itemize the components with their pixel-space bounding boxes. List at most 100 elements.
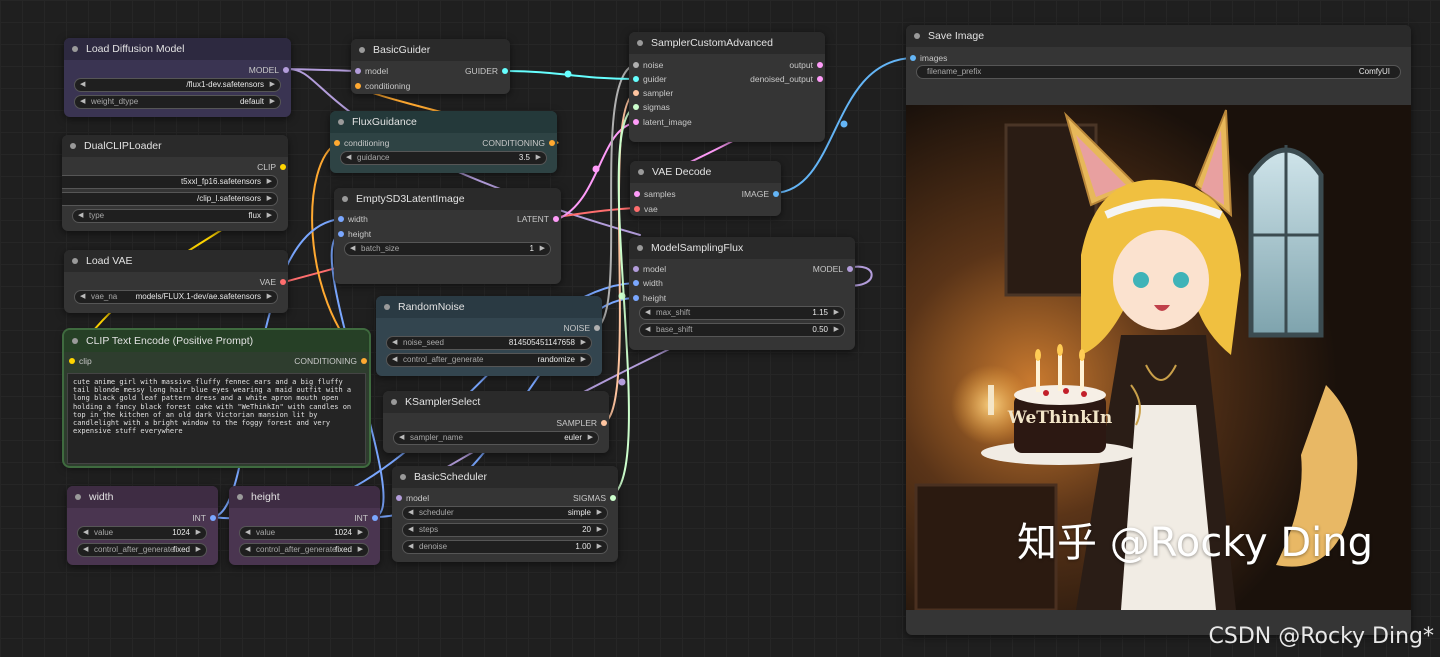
arrow-right-icon[interactable]: ▶ bbox=[834, 307, 839, 319]
collapse-dot-icon[interactable] bbox=[75, 494, 81, 500]
noise-output-slot[interactable]: NOISE bbox=[564, 323, 602, 333]
socket-dot-icon[interactable] bbox=[601, 420, 607, 426]
node-title[interactable]: height bbox=[229, 486, 380, 508]
clip-input-slot[interactable]: clip bbox=[67, 356, 92, 366]
save-image-node[interactable]: Save Image images filename_prefix ComfyUI bbox=[906, 25, 1411, 635]
load-diffusion-model-node[interactable]: Load Diffusion Model MODEL ◀ /flux1-dev.s… bbox=[64, 38, 291, 117]
node-title[interactable]: Save Image bbox=[906, 25, 1411, 47]
vae-output-slot[interactable]: VAE bbox=[260, 277, 288, 287]
arrow-left-icon[interactable]: ◀ bbox=[408, 524, 413, 536]
image-output-slot[interactable]: IMAGE bbox=[742, 189, 781, 199]
denoised-output-slot[interactable]: denoised_output bbox=[750, 74, 825, 84]
socket-dot-icon[interactable] bbox=[817, 76, 823, 82]
clip-name1-combo[interactable]: t5xxl_fp16.safetensors ▶ bbox=[62, 175, 278, 189]
base-shift-number-widget[interactable]: ◀ base_shift 0.50 ▶ bbox=[639, 323, 845, 337]
type-combo[interactable]: ◀ type flux ▶ bbox=[72, 209, 278, 223]
arrow-right-icon[interactable]: ▶ bbox=[536, 152, 541, 164]
collapse-dot-icon[interactable] bbox=[400, 474, 406, 480]
collapse-dot-icon[interactable] bbox=[637, 245, 643, 251]
flux-guidance-node[interactable]: FluxGuidance conditioning CONDITIONING ◀… bbox=[330, 111, 557, 173]
arrow-right-icon[interactable]: ▶ bbox=[834, 324, 839, 336]
clip-name2-combo[interactable]: /clip_l.safetensors ▶ bbox=[62, 192, 278, 206]
load-vae-node[interactable]: Load VAE VAE ◀ vae_na models/FLUX.1-dev/ae… bbox=[64, 250, 288, 313]
batch-size-number-widget[interactable]: ◀ batch_size 1 ▶ bbox=[344, 242, 551, 256]
noise-input-slot[interactable]: noise bbox=[631, 60, 663, 70]
sampler-name-combo[interactable]: ◀ sampler_name euler ▶ bbox=[393, 431, 599, 445]
value-number-widget[interactable]: ◀ value 1024 ▶ bbox=[77, 526, 207, 540]
conditioning-input-slot[interactable]: conditioning bbox=[353, 81, 410, 91]
socket-dot-icon[interactable] bbox=[847, 266, 853, 272]
arrow-left-icon[interactable]: ◀ bbox=[78, 210, 83, 222]
node-title[interactable]: SamplerCustomAdvanced bbox=[629, 32, 825, 54]
clip-output-slot[interactable]: CLIP bbox=[257, 162, 288, 172]
clip-text-encode-node[interactable]: CLIP Text Encode (Positive Prompt) clip … bbox=[64, 330, 369, 466]
sampler-custom-advanced-node[interactable]: SamplerCustomAdvanced noise guider sampl… bbox=[629, 32, 825, 142]
socket-dot-icon[interactable] bbox=[633, 280, 639, 286]
width-input-slot[interactable]: width bbox=[631, 278, 663, 288]
value-number-widget[interactable]: ◀ value 1024 ▶ bbox=[239, 526, 369, 540]
arrow-right-icon[interactable]: ▶ bbox=[597, 541, 602, 553]
sigmas-input-slot[interactable]: sigmas bbox=[631, 102, 670, 112]
node-title[interactable]: DualCLIPLoader bbox=[62, 135, 288, 157]
height-node[interactable]: height INT ◀ value 1024 ▶ ◀ control_after_ge… bbox=[229, 486, 380, 565]
socket-dot-icon[interactable] bbox=[502, 68, 508, 74]
socket-dot-icon[interactable] bbox=[610, 495, 616, 501]
socket-dot-icon[interactable] bbox=[633, 104, 639, 110]
model-output-slot[interactable]: MODEL bbox=[249, 65, 291, 75]
vae-decode-node[interactable]: VAE Decode samples vae IMAGE bbox=[630, 161, 781, 216]
node-title[interactable]: EmptySD3LatentImage bbox=[334, 188, 561, 210]
socket-dot-icon[interactable] bbox=[633, 62, 639, 68]
socket-dot-icon[interactable] bbox=[553, 216, 559, 222]
arrow-right-icon[interactable]: ▶ bbox=[267, 291, 272, 303]
collapse-dot-icon[interactable] bbox=[72, 258, 78, 264]
guider-output-slot[interactable]: GUIDER bbox=[465, 66, 510, 76]
socket-dot-icon[interactable] bbox=[633, 266, 639, 272]
collapse-dot-icon[interactable] bbox=[637, 40, 643, 46]
int-output-slot[interactable]: INT bbox=[354, 513, 380, 523]
height-input-slot[interactable]: height bbox=[631, 293, 666, 303]
collapse-dot-icon[interactable] bbox=[342, 196, 348, 202]
socket-dot-icon[interactable] bbox=[633, 90, 639, 96]
arrow-left-icon[interactable]: ◀ bbox=[80, 291, 85, 303]
model-input-slot[interactable]: model bbox=[394, 493, 429, 503]
vae-name-combo[interactable]: ◀ vae_na models/FLUX.1-dev/ae.safetensors ▶ bbox=[74, 290, 278, 304]
width-input-slot[interactable]: width bbox=[336, 214, 368, 224]
arrow-left-icon[interactable]: ◀ bbox=[83, 544, 88, 556]
noise-seed-number-widget[interactable]: ◀ noise_seed 814505451147658 ▶ bbox=[386, 336, 592, 350]
arrow-left-icon[interactable]: ◀ bbox=[83, 527, 88, 539]
control-after-generate-combo[interactable]: ◀ control_after_generate fixed ▶ bbox=[239, 543, 369, 557]
model-output-slot[interactable]: MODEL bbox=[813, 264, 855, 274]
socket-dot-icon[interactable] bbox=[594, 325, 600, 331]
socket-dot-icon[interactable] bbox=[910, 55, 916, 61]
empty-sd3-latent-image-node[interactable]: EmptySD3LatentImage width height LATENT … bbox=[334, 188, 561, 284]
socket-dot-icon[interactable] bbox=[361, 358, 367, 364]
socket-dot-icon[interactable] bbox=[338, 216, 344, 222]
socket-dot-icon[interactable] bbox=[634, 191, 640, 197]
latent-image-input-slot[interactable]: latent_image bbox=[631, 117, 692, 127]
arrow-left-icon[interactable]: ◀ bbox=[392, 354, 397, 366]
basic-scheduler-node[interactable]: BasicScheduler model SIGMAS ◀ scheduler si… bbox=[392, 466, 618, 562]
collapse-dot-icon[interactable] bbox=[359, 47, 365, 53]
arrow-left-icon[interactable]: ◀ bbox=[392, 337, 397, 349]
model-sampling-flux-node[interactable]: ModelSamplingFlux model width height MOD… bbox=[629, 237, 855, 350]
collapse-dot-icon[interactable] bbox=[338, 119, 344, 125]
arrow-right-icon[interactable]: ▶ bbox=[588, 432, 593, 444]
prompt-textarea[interactable]: cute anime girl with massive fluffy fenn… bbox=[67, 373, 366, 464]
arrow-left-icon[interactable]: ◀ bbox=[408, 507, 413, 519]
denoise-number-widget[interactable]: ◀ denoise 1.00 ▶ bbox=[402, 540, 608, 554]
socket-dot-icon[interactable] bbox=[280, 164, 286, 170]
arrow-right-icon[interactable]: ▶ bbox=[540, 243, 545, 255]
collapse-dot-icon[interactable] bbox=[237, 494, 243, 500]
node-title[interactable]: ModelSamplingFlux bbox=[629, 237, 855, 259]
socket-dot-icon[interactable] bbox=[280, 279, 286, 285]
collapse-dot-icon[interactable] bbox=[638, 169, 644, 175]
node-title[interactable]: FluxGuidance bbox=[330, 111, 557, 133]
collapse-dot-icon[interactable] bbox=[72, 338, 78, 344]
socket-dot-icon[interactable] bbox=[372, 515, 378, 521]
unet-name-combo[interactable]: ◀ /flux1-dev.safetensors ▶ bbox=[74, 78, 281, 92]
arrow-left-icon[interactable]: ◀ bbox=[80, 96, 85, 108]
node-title[interactable]: BasicScheduler bbox=[392, 466, 618, 488]
socket-dot-icon[interactable] bbox=[334, 140, 340, 146]
arrow-left-icon[interactable]: ◀ bbox=[346, 152, 351, 164]
arrow-left-icon[interactable]: ◀ bbox=[80, 79, 85, 91]
